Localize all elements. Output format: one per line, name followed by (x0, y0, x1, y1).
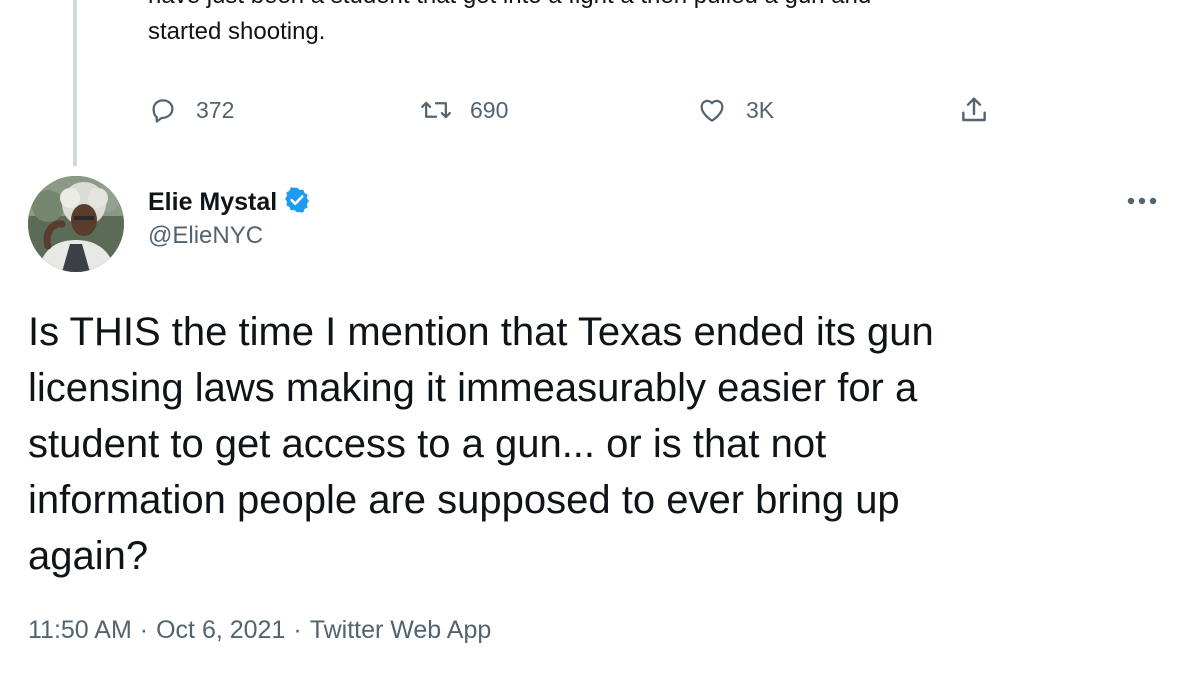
tweet-author: Elie Mystal @ElieNYC (148, 184, 311, 250)
tweet-body-text: Is THIS the time I mention that Texas en… (28, 310, 934, 578)
like-button[interactable]: 3K (696, 88, 774, 132)
verified-badge-icon (283, 186, 311, 219)
reply-button[interactable]: 372 (148, 88, 234, 132)
previous-tweet-text-line-2: started shooting. (148, 18, 326, 45)
retweet-button[interactable]: 690 (420, 88, 508, 132)
meta-separator: · (139, 616, 149, 644)
reply-icon (148, 95, 178, 125)
like-count: 3K (746, 96, 775, 123)
author-avatar[interactable] (28, 176, 124, 272)
retweet-icon (420, 95, 452, 125)
share-button[interactable] (958, 88, 990, 132)
meta-separator: · (293, 616, 302, 644)
reply-count: 372 (196, 96, 235, 123)
more-options-icon (1122, 197, 1166, 222)
tweet-thread-view: have just been a student that got into a… (0, 0, 1200, 675)
retweet-count: 690 (470, 96, 509, 123)
tweet-source[interactable]: Twitter Web App (310, 616, 492, 645)
author-handle[interactable]: @ElieNYC (148, 222, 311, 250)
thread-connector-line (73, 0, 77, 166)
tweet-metadata: 11:50 AM · Oct 6, 2021 · Twitter Web App (28, 616, 491, 645)
tweet-date[interactable]: Oct 6, 2021 (156, 616, 285, 645)
previous-tweet-text: have just been a student that got into a… (148, 0, 1108, 50)
author-display-name[interactable]: Elie Mystal (148, 188, 277, 217)
previous-tweet-text-line-1: have just been a student that got into a… (148, 0, 1108, 14)
share-icon (958, 94, 990, 126)
tweet-time[interactable]: 11:50 AM (28, 616, 132, 645)
avatar-photo (28, 176, 124, 272)
more-options-button[interactable] (1122, 184, 1166, 218)
like-icon (696, 95, 728, 125)
previous-tweet-action-bar: 372 690 3K (148, 88, 1028, 132)
author-name-row: Elie Mystal (148, 184, 311, 220)
